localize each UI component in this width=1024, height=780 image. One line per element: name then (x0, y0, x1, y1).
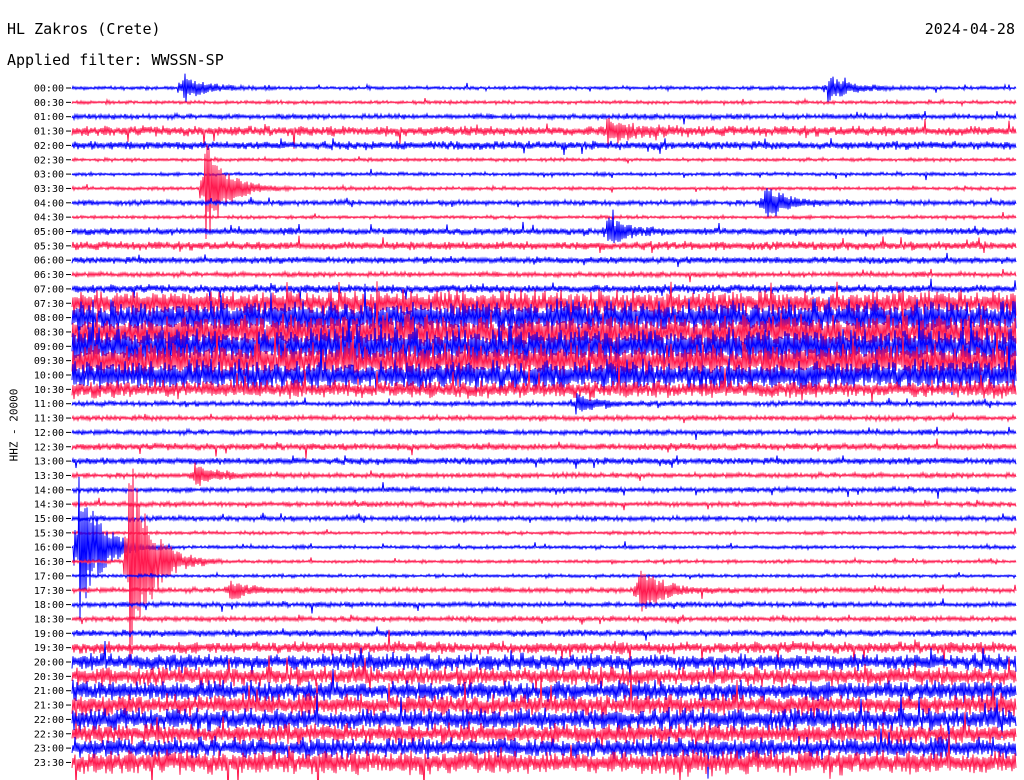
y-tick-label: 04:30 (34, 213, 64, 224)
trace-line (71, 598, 1017, 614)
y-tick-label: 13:00 (34, 457, 64, 468)
y-tick-label: 17:30 (34, 586, 64, 597)
trace-line (71, 111, 1017, 125)
y-tick-label: 22:00 (34, 715, 64, 726)
y-tick-label: 21:00 (34, 686, 64, 697)
y-tick-label: 18:00 (34, 600, 64, 611)
y-tick-label: 04:00 (34, 198, 64, 209)
y-tick-label: 14:30 (34, 500, 64, 511)
y-tick-label: 15:30 (34, 528, 64, 539)
trace-line (71, 209, 1017, 244)
y-tick-label: 19:30 (34, 643, 64, 654)
y-tick-label: 12:30 (34, 442, 64, 453)
trace-line (71, 97, 1017, 108)
y-tick-label: 01:30 (34, 127, 64, 138)
y-tick-label: 11:00 (34, 399, 64, 410)
seismogram-plot: 00:00 00:30 01:00 01:30 02:00 02:30 03:00 03:30… (34, 73, 1017, 780)
y-tick-label: 00:30 (34, 98, 64, 109)
y-tick-label: 03:00 (34, 170, 64, 181)
y-tick-label: 11:30 (34, 414, 64, 425)
y-tick-label: 10:30 (34, 385, 64, 396)
trace-line (71, 412, 1017, 424)
trace-line (71, 73, 1017, 103)
y-tick-label: 06:30 (34, 270, 64, 281)
trace-line (71, 482, 1017, 499)
y-tick-label: 21:30 (34, 701, 64, 712)
trace-line (71, 252, 1017, 268)
y-tick-label: 06:00 (34, 256, 64, 267)
y-tick-label: 17:00 (34, 571, 64, 582)
trace-line (71, 455, 1017, 469)
y-tick-label: 00:00 (34, 84, 64, 95)
y-tick-label: 19:00 (34, 629, 64, 640)
trace-line (71, 527, 1017, 537)
trace-line (71, 626, 1017, 641)
y-tick-label: 13:30 (34, 471, 64, 482)
y-tick-label: 18:30 (34, 614, 64, 625)
y-tick-label: 16:30 (34, 557, 64, 568)
trace-line (71, 571, 1017, 581)
trace-line (71, 468, 1017, 671)
y-tick-label: 10:00 (34, 371, 64, 382)
trace-line (71, 512, 1017, 524)
y-tick-label: 01:00 (34, 112, 64, 123)
trace-line (71, 614, 1017, 625)
y-tick-label: 07:00 (34, 284, 64, 295)
y-tick-label: 09:00 (34, 342, 64, 353)
trace-line (71, 476, 1017, 622)
y-tick-label: 14:00 (34, 485, 64, 496)
trace-line (71, 212, 1017, 222)
y-tick-label: 05:00 (34, 227, 64, 238)
trace-line (71, 426, 1017, 441)
y-tick-label: 20:00 (34, 658, 64, 669)
trace-line (71, 235, 1017, 254)
trace-line (71, 393, 1017, 415)
y-tick-label: 23:00 (34, 744, 64, 755)
y-tick-label: 07:30 (34, 299, 64, 310)
trace-line (71, 268, 1017, 283)
y-tick-label: 15:00 (34, 514, 64, 525)
y-tick-label: 02:30 (34, 155, 64, 166)
trace-line (71, 155, 1017, 164)
y-tick-label: 02:00 (34, 141, 64, 152)
y-tick-label: 20:30 (34, 672, 64, 683)
y-tick-label: 08:00 (34, 313, 64, 324)
y-tick-label: 09:30 (34, 356, 64, 367)
trace-line (71, 462, 1017, 486)
y-tick-label: 12:00 (34, 428, 64, 439)
y-tick-label: 16:00 (34, 543, 64, 554)
y-tick-label: 08:30 (34, 327, 64, 338)
trace-line (71, 438, 1017, 459)
y-tick-label: 05:30 (34, 241, 64, 252)
trace-line (71, 497, 1017, 511)
y-tick-label: 03:30 (34, 184, 64, 195)
y-tick-label: 23:30 (34, 758, 64, 769)
y-tick-label: 22:30 (34, 729, 64, 740)
